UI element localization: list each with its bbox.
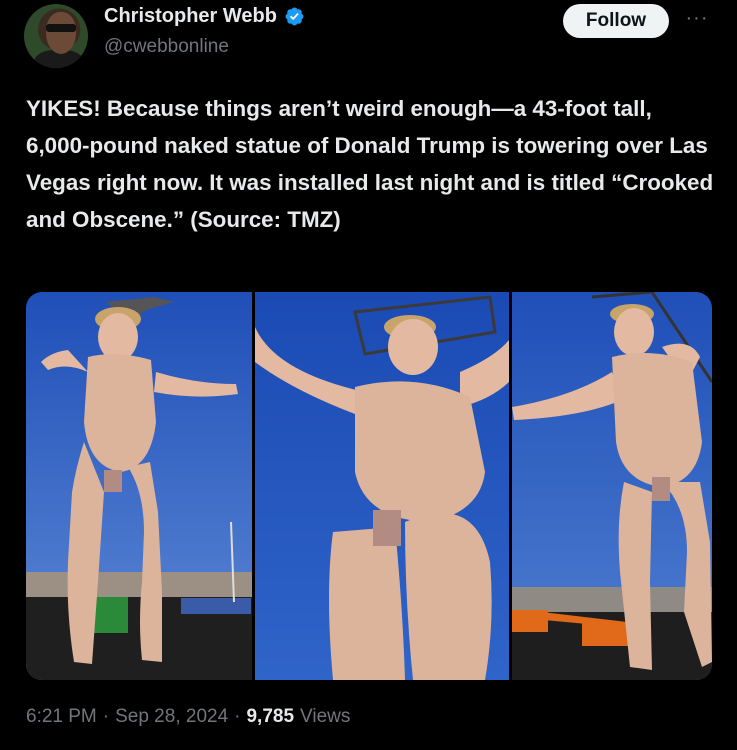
verified-badge-icon [285,7,304,26]
views-label: Views [300,706,351,727]
follow-button[interactable]: Follow [563,4,669,38]
views-count: 9,785 [246,706,295,727]
tweet-date[interactable]: Sep 28, 2024 [115,706,228,728]
tweet-time[interactable]: 6:21 PM [26,706,97,728]
media-photo-1[interactable] [26,292,252,680]
media-grid[interactable] [26,292,712,680]
media-photo-2[interactable] [255,292,509,680]
meta-separator: · [102,706,110,727]
media-photo-3[interactable] [512,292,712,680]
tweet-meta: 6:21 PM · Sep 28, 2024 · 9,785 Views [26,706,350,728]
avatar[interactable] [24,4,88,68]
author-name-row[interactable]: Christopher Webb [104,5,305,28]
author-display-name[interactable]: Christopher Webb [104,5,277,28]
tweet-header: Christopher Webb @cwebbonline Follow ··· [0,0,737,80]
tweet-text: YIKES! Because things aren’t weird enoug… [26,96,714,232]
more-options-icon[interactable]: ··· [682,8,712,32]
author-handle[interactable]: @cwebbonline [104,36,229,58]
meta-separator: · [234,706,241,727]
